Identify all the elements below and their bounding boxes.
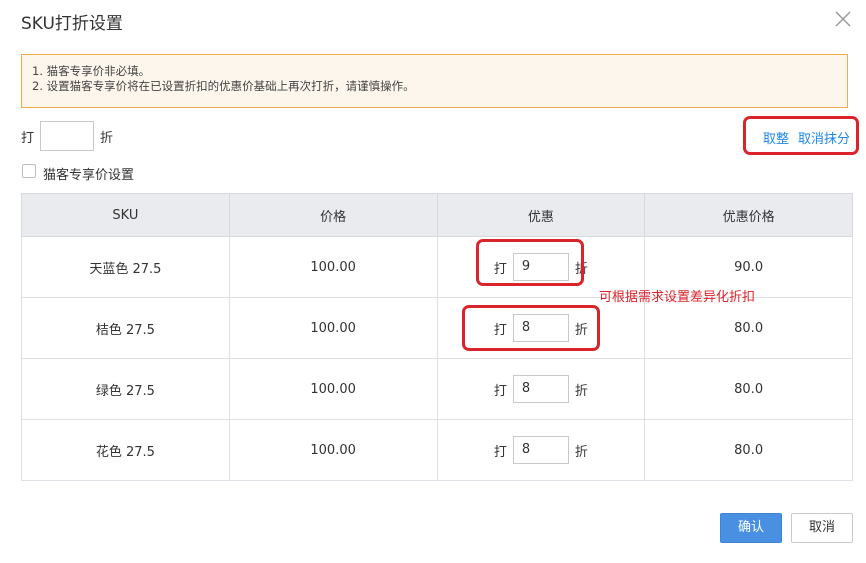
cell-sku: 桔色 27.5 bbox=[21, 297, 230, 359]
cell-final-price: 80.0 bbox=[644, 297, 853, 359]
maoke-checkbox[interactable] bbox=[22, 164, 36, 178]
discount-suffix: 折 bbox=[574, 383, 588, 399]
notice-line-1: 1. 猫客专享价非必填。 bbox=[32, 64, 151, 78]
discount-prefix: 打 bbox=[493, 383, 507, 399]
highlight-box-actions bbox=[743, 116, 859, 155]
cell-sku: 天蓝色 27.5 bbox=[21, 236, 230, 298]
cell-final-price: 80.0 bbox=[644, 419, 853, 481]
cell-discount: 打8折 bbox=[436, 419, 646, 481]
cell-price: 100.00 bbox=[228, 236, 438, 298]
cell-discount: 打8折 bbox=[436, 358, 646, 420]
table-row: 桔色 27.5 100.00 打8折 80.0 bbox=[21, 297, 853, 359]
discount-prefix: 打 bbox=[493, 444, 507, 460]
dialog-title: SKU打折设置 bbox=[21, 14, 123, 34]
header-price: 价格 bbox=[228, 193, 438, 237]
highlight-box-row1-discount bbox=[476, 239, 584, 286]
cell-sku: 绿色 27.5 bbox=[21, 358, 230, 420]
annotation-text: 可根据需求设置差异化折扣 bbox=[599, 290, 756, 305]
discount-suffix: 折 bbox=[574, 444, 588, 460]
maoke-checkbox-label: 猫客专享价设置 bbox=[43, 168, 135, 183]
highlight-box-row2-discount bbox=[462, 305, 600, 351]
discount-input[interactable]: 8 bbox=[512, 436, 569, 464]
header-sku: SKU bbox=[21, 193, 230, 237]
cell-price: 100.00 bbox=[228, 297, 438, 359]
global-discount-prefix: 打 bbox=[21, 131, 35, 146]
sku-table: SKU 价格 优惠 优惠价格 天蓝色 27.5 100.00 打9折 90.0 … bbox=[21, 193, 853, 481]
header-discount: 优惠 bbox=[436, 193, 646, 237]
global-discount-suffix: 折 bbox=[100, 131, 114, 146]
cell-price: 100.00 bbox=[228, 419, 438, 481]
cell-final-price: 80.0 bbox=[644, 358, 853, 420]
cancel-button[interactable]: 取消 bbox=[791, 513, 853, 543]
global-discount-input[interactable] bbox=[40, 121, 94, 151]
header-final-price: 优惠价格 bbox=[644, 193, 853, 237]
notice-line-2: 2. 设置猫客专享价将在已设置折扣的优惠价基础上再次打折，请谨慎操作。 bbox=[32, 79, 415, 93]
cell-sku: 花色 27.5 bbox=[21, 419, 230, 481]
cell-price: 100.00 bbox=[228, 358, 438, 420]
notice-box: 1. 猫客专享价非必填。 2. 设置猫客专享价将在已设置折扣的优惠价基础上再次打… bbox=[21, 54, 848, 108]
confirm-button[interactable]: 确认 bbox=[720, 513, 782, 543]
table-row: 绿色 27.5 100.00 打8折 80.0 bbox=[21, 358, 853, 420]
close-icon[interactable] bbox=[832, 8, 854, 30]
table-row: 花色 27.5 100.00 打8折 80.0 bbox=[21, 419, 853, 481]
discount-input[interactable]: 8 bbox=[512, 375, 569, 403]
